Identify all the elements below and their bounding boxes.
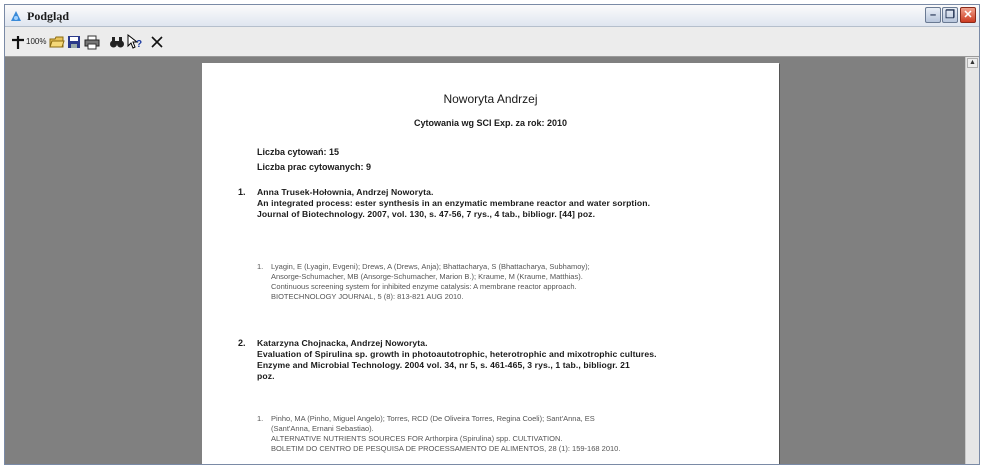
restore-icon: ❐ [945,9,955,21]
print-icon[interactable] [84,34,100,50]
entry-title: An integrated process: ester synthesis i… [257,198,651,208]
entry-source: Journal of Biotechnology. 2007, vol. 130… [257,209,596,219]
title-bar[interactable]: Podgląd – ❐ ✕ [5,5,979,27]
open-folder-icon[interactable] [49,34,65,50]
app-icon [11,11,21,21]
document-subtitle: Cytowania wg SCI Exp. za rok: 2010 [413,118,568,128]
citation-line: ALTERNATIVE NUTRIENTS SOURCES FOR Arthor… [271,434,563,443]
preview-window: Podgląd – ❐ ✕ 100% ? Noworyta Andrzej Cy… [4,4,980,465]
save-icon[interactable] [67,34,81,50]
citation-number: 1. [257,262,264,271]
help-icon[interactable]: ? [127,34,143,50]
scroll-up-arrow-icon[interactable]: ▲ [967,58,978,68]
document-title: Noworyta Andrzej [443,92,538,106]
citation-line: Continuous screening system for inhibite… [271,282,577,291]
citation-number: 1. [257,414,264,423]
document-page: Noworyta Andrzej Cytowania wg SCI Exp. z… [202,63,779,464]
window-title: Podgląd [27,9,70,23]
citation-line: Lyagin, E (Lyagin, Evgeni); Drews, A (Dr… [271,262,590,271]
maximize-button[interactable]: ❐ [942,7,958,23]
entry-authors: Anna Trusek-Hołownia, Andrzej Noworyta. [257,187,434,197]
toolbar: 100% ? [5,27,979,57]
entry-number: 2. [238,338,246,348]
vertical-scrollbar[interactable]: ▲ [965,57,979,464]
close-icon: ✕ [963,9,973,21]
minimize-icon: – [929,9,937,21]
citation-line: Ansorge-Schumacher, MB (Ansorge-Schumach… [271,272,583,281]
citation-line: (Sant'Anna, Ernani Sebastiao). [271,424,374,433]
cited-papers-count: Liczba prac cytowanych: 9 [257,162,372,172]
citation-line: BOLETIM DO CENTRO DE PESQUISA DE PROCESS… [271,444,621,453]
citation-line: BIOTECHNOLOGY JOURNAL, 5 (8): 813-821 AU… [271,292,464,301]
entry-authors: Katarzyna Chojnacka, Andrzej Noworyta. [257,338,428,348]
zoom-level[interactable]: 100% [26,37,46,46]
citation-line: Pinho, MA (Pinho, Miguel Angelo); Torres… [271,414,595,423]
entry-number: 1. [238,187,246,197]
entry-source: Enzyme and Microbial Technology. 2004 vo… [257,360,630,370]
find-icon[interactable] [109,34,125,50]
zoom-in-icon[interactable] [11,34,25,50]
citation-count: Liczba cytowań: 15 [257,147,340,157]
entry-source-cont: poz. [257,371,275,381]
entry-title: Evaluation of Spirulina sp. growth in ph… [257,349,657,359]
svg-text:?: ? [136,39,142,50]
close-window-button[interactable]: ✕ [960,7,976,23]
close-preview-icon[interactable] [151,34,163,50]
minimize-button[interactable]: – [925,7,941,23]
